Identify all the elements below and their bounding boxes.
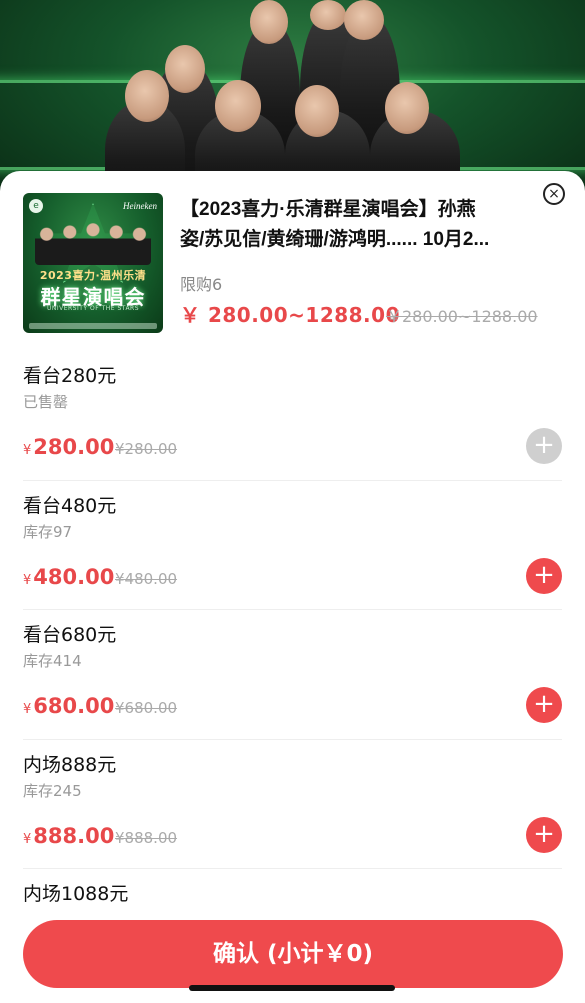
performer-face	[250, 0, 288, 44]
ticket-selection-sheet: × e Heineken 2023喜力·温州乐清 群星演唱会 UNIVERSIT…	[0, 171, 585, 1003]
yen-symbol: ¥	[23, 831, 32, 847]
tier-price-value: 480.00	[33, 564, 115, 589]
brand-logo: Heineken	[123, 201, 157, 211]
tier-stock: 已售罄	[23, 393, 69, 411]
ticket-tier-list: 看台280元 已售罄 ¥280.00 ¥280.00 + 看台480元 库存97…	[0, 351, 585, 999]
yen-symbol: ¥	[23, 443, 32, 458]
add-button-disabled[interactable]: +	[526, 428, 562, 464]
performer-face	[125, 70, 169, 122]
tier-price: ¥480.00	[23, 565, 114, 589]
performer-face	[385, 82, 429, 134]
tier-price: ¥280.00	[23, 435, 114, 459]
tier-price-value: 888.00	[33, 823, 115, 848]
event-poster-thumbnail: e Heineken 2023喜力·温州乐清 群星演唱会 UNIVERSITY …	[23, 193, 163, 333]
list-item: 看台480元 库存97 ¥480.00 ¥480.00 +	[23, 481, 562, 610]
tier-price-value: 280.00	[33, 435, 115, 459]
price-range: ￥ 280.00~1288.00	[180, 303, 400, 327]
tier-original-price: ¥280.00	[115, 440, 178, 458]
performer-face	[165, 45, 205, 93]
poster-footer	[29, 323, 157, 329]
tier-stock: 库存245	[23, 781, 82, 800]
event-title: 【2023喜力·乐清群星演唱会】孙燕 姿/苏见信/黄绮珊/游鸿明...... 1…	[180, 195, 550, 255]
performers-image	[35, 221, 151, 265]
tier-original-price: ¥480.00	[115, 569, 178, 588]
event-title-line: 【2023喜力·乐清群星演唱会】孙燕	[180, 199, 476, 220]
yen-symbol: ¥	[23, 572, 32, 588]
list-item: 看台280元 已售罄 ¥280.00 ¥280.00 +	[23, 351, 562, 481]
tier-name: 看台680元	[23, 624, 117, 646]
yen-symbol: ¥	[23, 702, 32, 717]
add-button[interactable]: +	[526, 816, 562, 853]
tier-name: 内场1088元	[23, 883, 129, 905]
tier-name: 看台480元	[23, 494, 117, 517]
background-poster	[0, 0, 585, 200]
home-indicator	[189, 985, 395, 991]
tier-original-price: ¥888.00	[115, 828, 178, 847]
purchase-limit: 限购6	[180, 275, 223, 294]
add-button[interactable]: +	[526, 687, 562, 723]
logo-icon: e	[29, 199, 43, 213]
tier-price: ¥888.00	[23, 824, 114, 848]
confirm-button[interactable]: 确认 (小计￥0)	[23, 920, 563, 988]
add-button[interactable]: +	[526, 557, 562, 594]
list-item: 看台680元 库存414 ¥680.00 ¥680.00 +	[23, 610, 562, 740]
tier-price-value: 680.00	[33, 694, 115, 718]
tier-original-price: ¥680.00	[115, 699, 178, 717]
performer-face	[295, 85, 339, 137]
tier-stock: 库存97	[23, 522, 73, 541]
tier-stock: 库存414	[23, 652, 82, 670]
original-price-range: ￥280.00~1288.00	[386, 307, 538, 326]
tier-name: 内场888元	[23, 753, 117, 776]
tier-name: 看台280元	[23, 365, 117, 387]
event-title-line: 姿/苏见信/黄绮珊/游鸿明...... 10月2...	[180, 229, 490, 250]
poster-english-title: UNIVERSITY OF THE STARS	[46, 305, 140, 312]
tier-price: ¥680.00	[23, 694, 114, 718]
list-item: 内场888元 库存245 ¥888.00 ¥888.00 +	[23, 740, 562, 869]
performer-face	[215, 80, 261, 132]
performer-face	[310, 0, 346, 30]
performer-face	[344, 0, 384, 40]
